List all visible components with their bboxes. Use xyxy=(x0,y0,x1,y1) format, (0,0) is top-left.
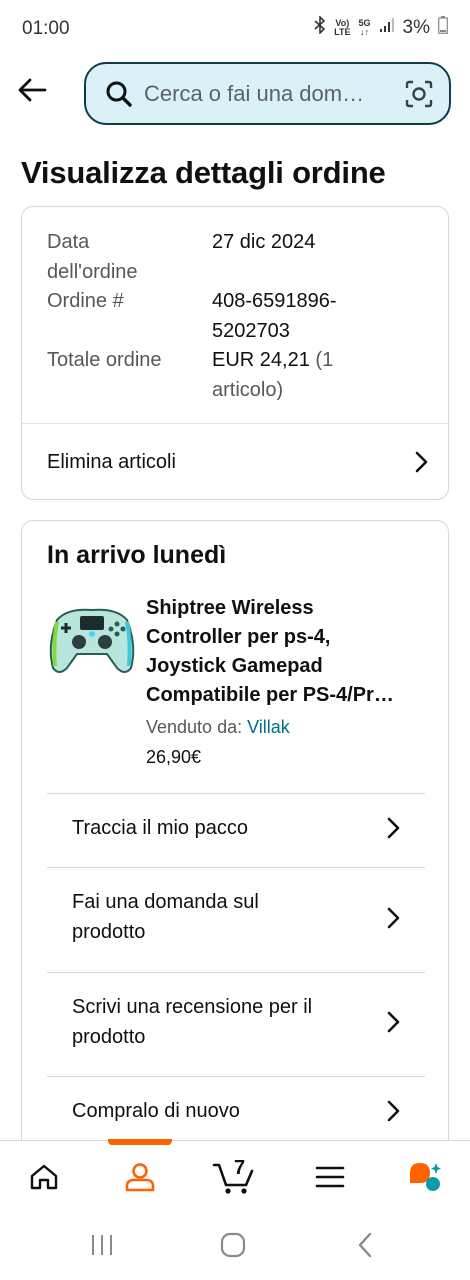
battery-icon xyxy=(438,16,448,39)
delete-items-row[interactable]: Elimina articoli xyxy=(22,424,448,500)
volte-bottom: LTE xyxy=(334,26,351,37)
bluetooth-icon xyxy=(314,15,326,39)
order-number-line2: 5202703 xyxy=(212,320,290,342)
order-number-label: Ordine # xyxy=(47,290,124,312)
order-date-label-line2: dell'ordine xyxy=(47,261,138,283)
buy-again-row[interactable]: Compralo di nuovo xyxy=(72,1096,412,1126)
page-title: Visualizza dettagli ordine xyxy=(21,155,386,190)
product-title-line: Shiptree Wireless xyxy=(146,597,314,619)
product-image[interactable] xyxy=(47,596,137,678)
product-title-line: Joystick Gamepad xyxy=(146,655,323,677)
volte-indicator: Vo) LTE xyxy=(334,18,351,37)
chevron-right-icon xyxy=(415,451,428,473)
recent-apps-button[interactable] xyxy=(82,1230,122,1260)
divider xyxy=(47,972,425,973)
order-number-value: 408-6591896- 5202703 xyxy=(212,286,412,346)
product-title-line: Compatibile per PS-4/Pr… xyxy=(146,684,394,706)
nav-account[interactable] xyxy=(110,1141,170,1213)
order-total-amount: EUR 24,21 xyxy=(212,349,310,371)
ask-question-label-line1: Fai una domanda sul xyxy=(72,891,259,913)
signal-icon xyxy=(379,17,395,38)
chevron-right-icon xyxy=(387,907,400,929)
track-package-row[interactable]: Traccia il mio pacco xyxy=(72,813,412,843)
status-time: 01:00 xyxy=(22,18,70,39)
order-date-value: 27 dic 2024 xyxy=(212,231,316,253)
order-date-label: Data dell'ordine xyxy=(47,227,138,287)
chevron-right-icon xyxy=(387,1011,400,1033)
network-gen-indicator: 5G ↓↑ xyxy=(359,18,371,37)
battery-percent: 3% xyxy=(402,16,430,38)
cart-count: 7 xyxy=(234,1157,246,1179)
ask-question-row[interactable]: Fai una domanda sul prodotto xyxy=(72,887,412,947)
nav-menu[interactable] xyxy=(300,1141,360,1213)
seller-link[interactable]: Villak xyxy=(247,717,290,737)
search-bar[interactable] xyxy=(84,62,451,125)
order-number-line1: 408-6591896- xyxy=(212,290,337,312)
system-back-button[interactable] xyxy=(345,1230,385,1260)
seller-label: Venduto da: xyxy=(146,717,243,737)
system-navigation-bar xyxy=(0,1212,470,1280)
chevron-right-icon xyxy=(387,1100,400,1122)
order-date-label-line1: Data xyxy=(47,231,90,253)
chevron-right-icon xyxy=(387,817,400,839)
account-icon xyxy=(125,1163,155,1192)
track-package-label: Traccia il mio pacco xyxy=(72,817,248,839)
order-summary-card: Data dell'ordine 27 dic 2024 Ordine # 40… xyxy=(21,206,449,500)
camera-search-icon[interactable] xyxy=(405,80,433,108)
product-price: 26,90€ xyxy=(146,747,202,767)
rufus-assistant-icon xyxy=(410,1163,441,1191)
gamepad-image-icon xyxy=(49,608,135,673)
search-icon xyxy=(104,79,134,109)
search-input[interactable] xyxy=(144,80,392,107)
order-total-label: Totale ordine xyxy=(47,349,162,371)
seller-info: Venduto da: Villak xyxy=(146,717,290,738)
status-bar: 01:00 Vo) LTE 5G ↓↑ 3% xyxy=(0,0,470,58)
nav-cart[interactable]: 7 xyxy=(204,1141,264,1213)
gen-bottom: ↓↑ xyxy=(360,26,370,37)
buy-again-label: Compralo di nuovo xyxy=(72,1100,240,1122)
nav-rufus[interactable] xyxy=(394,1141,454,1213)
home-icon xyxy=(30,1164,58,1190)
home-circle-icon xyxy=(220,1232,246,1258)
menu-icon xyxy=(315,1166,345,1188)
write-review-label-line1: Scrivi una recensione per il xyxy=(72,996,313,1018)
ask-question-label-line2: prodotto xyxy=(72,921,146,943)
shipment-card: In arrivo lunedì Shiptree Wireless Contr… xyxy=(21,520,449,1160)
divider xyxy=(47,1076,425,1077)
product-title-line: Controller per ps-4, xyxy=(146,626,331,648)
bottom-navigation: 7 xyxy=(0,1139,470,1213)
recent-apps-icon xyxy=(92,1235,112,1255)
write-review-label-line2: prodotto xyxy=(72,1026,146,1048)
order-total-items-line1: (1 xyxy=(315,349,334,371)
order-total-value: EUR 24,21 (1 articolo) xyxy=(212,345,412,405)
nav-home[interactable] xyxy=(14,1141,74,1213)
search-header xyxy=(0,58,470,128)
home-button[interactable] xyxy=(213,1230,253,1260)
back-chevron-icon xyxy=(358,1232,372,1258)
back-button[interactable] xyxy=(14,72,50,108)
divider xyxy=(47,867,425,868)
status-icons: Vo) LTE 5G ↓↑ 3% xyxy=(314,15,448,39)
delete-items-label: Elimina articoli xyxy=(47,451,176,473)
back-arrow-icon xyxy=(18,78,47,102)
delivery-status-title: In arrivo lunedì xyxy=(47,541,227,569)
order-total-items-line2: articolo) xyxy=(212,379,284,401)
divider xyxy=(47,793,425,794)
write-review-row[interactable]: Scrivi una recensione per il prodotto xyxy=(72,992,412,1052)
product-title-link[interactable]: Shiptree Wireless Controller per ps-4, J… xyxy=(146,594,426,710)
